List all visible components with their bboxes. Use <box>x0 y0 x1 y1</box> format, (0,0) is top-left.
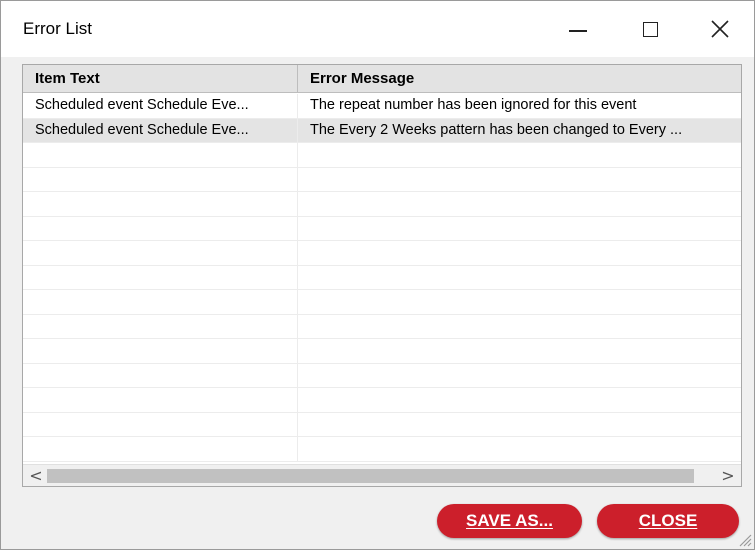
empty-row <box>23 167 741 192</box>
item-text-cell: Scheduled event Schedule Eve... <box>23 118 298 142</box>
empty-row <box>23 339 741 364</box>
item-text-cell: Scheduled event Schedule Eve... <box>23 94 298 118</box>
scrollbar-thumb[interactable] <box>47 469 694 483</box>
maximize-icon <box>642 21 658 37</box>
empty-row <box>23 265 741 290</box>
empty-row <box>23 388 741 413</box>
minimize-button[interactable] <box>547 1 609 57</box>
close-window-button[interactable] <box>689 1 751 57</box>
close-label: CLOSE <box>638 511 698 530</box>
error-grid: Item Text Error Message Scheduled event … <box>22 64 742 487</box>
resize-grip-icon[interactable] <box>738 533 752 547</box>
maximize-button[interactable] <box>619 1 681 57</box>
empty-row <box>23 314 741 339</box>
save-as-label: SAVE AS... <box>466 511 553 530</box>
table-row[interactable]: Scheduled event Schedule Eve... The Ever… <box>23 118 741 143</box>
error-message-cell: The Every 2 Weeks pattern has been chang… <box>310 121 683 138</box>
grid-rows: Scheduled event Schedule Eve... The repe… <box>23 94 741 464</box>
close-icon <box>711 20 729 38</box>
error-list-dialog: Error List Item Text Error Message Sched… <box>0 0 755 550</box>
column-header-item-text[interactable]: Item Text <box>23 65 298 93</box>
column-header-error-message[interactable]: Error Message <box>298 65 741 93</box>
horizontal-scrollbar[interactable]: < > <box>23 464 741 486</box>
table-row[interactable]: Scheduled event Schedule Eve... The repe… <box>23 94 741 119</box>
close-button[interactable]: CLOSE <box>597 504 739 538</box>
empty-row <box>23 143 741 168</box>
scroll-left-icon[interactable]: < <box>25 465 47 486</box>
title-bar[interactable]: Error List <box>1 1 754 57</box>
window-title: Error List <box>23 19 92 38</box>
grid-header: Item Text Error Message <box>23 65 741 93</box>
error-message-cell: The repeat number has been ignored for t… <box>310 97 637 113</box>
scroll-right-icon[interactable]: > <box>717 465 739 486</box>
empty-row <box>23 412 741 437</box>
save-as-button[interactable]: SAVE AS... <box>437 504 582 538</box>
empty-row <box>23 437 741 462</box>
empty-row <box>23 241 741 266</box>
empty-row <box>23 216 741 241</box>
empty-row <box>23 290 741 315</box>
minimize-icon <box>569 30 587 32</box>
empty-row <box>23 192 741 217</box>
empty-row <box>23 363 741 388</box>
